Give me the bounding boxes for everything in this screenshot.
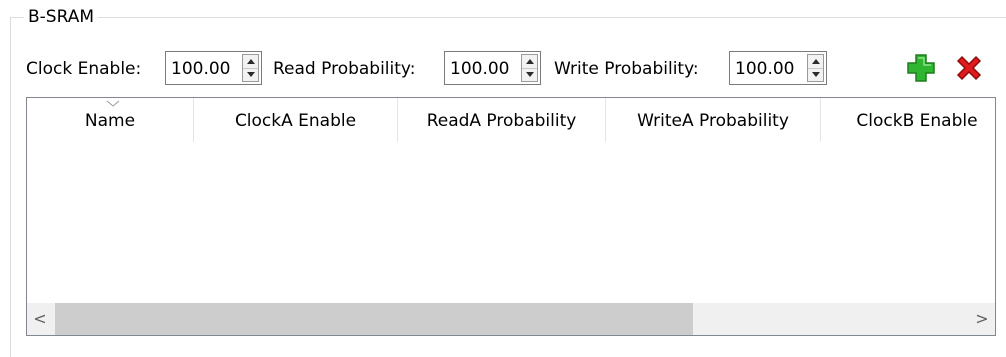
column-header-name[interactable]: Name <box>27 98 193 142</box>
read-probability-decrement-button[interactable] <box>522 68 537 81</box>
plus-icon <box>907 54 935 82</box>
group-title: B-SRAM <box>24 6 99 28</box>
clock-enable-value[interactable]: 100.00 <box>171 58 230 80</box>
write-probability-increment-button[interactable] <box>808 55 823 69</box>
delete-button[interactable] <box>953 52 985 84</box>
arrow-up-icon <box>247 59 255 64</box>
arrow-up-icon <box>526 59 534 64</box>
scroll-left-button[interactable]: < <box>27 303 53 335</box>
column-header-reada-probability[interactable]: ReadA Probability <box>398 98 605 142</box>
write-probability-spinbox[interactable]: 100.00 <box>729 51 827 85</box>
read-probability-increment-button[interactable] <box>522 55 537 69</box>
read-probability-stepper[interactable] <box>521 54 538 82</box>
horizontal-scrollbar[interactable]: < > <box>27 303 995 335</box>
column-header-clockb-enable[interactable]: ClockB Enable <box>821 98 995 142</box>
arrow-down-icon <box>812 72 820 77</box>
clock-enable-stepper[interactable] <box>242 54 259 82</box>
arrow-down-icon <box>526 72 534 77</box>
sram-table[interactable]: Name ClockA Enable ReadA Probability Wri… <box>26 97 996 336</box>
clock-enable-decrement-button[interactable] <box>243 68 258 81</box>
scrollbar-thumb[interactable] <box>55 303 693 335</box>
write-probability-stepper[interactable] <box>807 54 824 82</box>
column-header-clocka-enable[interactable]: ClockA Enable <box>194 98 397 142</box>
arrow-down-icon <box>247 72 255 77</box>
arrow-up-icon <box>812 59 820 64</box>
scroll-right-button[interactable]: > <box>969 303 995 335</box>
close-icon <box>956 55 982 81</box>
read-probability-label: Read Probability: <box>273 59 416 79</box>
table-header: Name ClockA Enable ReadA Probability Wri… <box>27 98 995 142</box>
clock-enable-label: Clock Enable: <box>26 59 142 79</box>
write-probability-value[interactable]: 100.00 <box>735 58 794 80</box>
clock-enable-spinbox[interactable]: 100.00 <box>165 51 262 85</box>
read-probability-value[interactable]: 100.00 <box>450 58 509 80</box>
clock-enable-increment-button[interactable] <box>243 55 258 69</box>
write-probability-label: Write Probability: <box>554 59 699 79</box>
write-probability-decrement-button[interactable] <box>808 68 823 81</box>
column-header-writea-probability[interactable]: WriteA Probability <box>606 98 820 142</box>
read-probability-spinbox[interactable]: 100.00 <box>444 51 541 85</box>
add-button[interactable] <box>905 52 937 84</box>
